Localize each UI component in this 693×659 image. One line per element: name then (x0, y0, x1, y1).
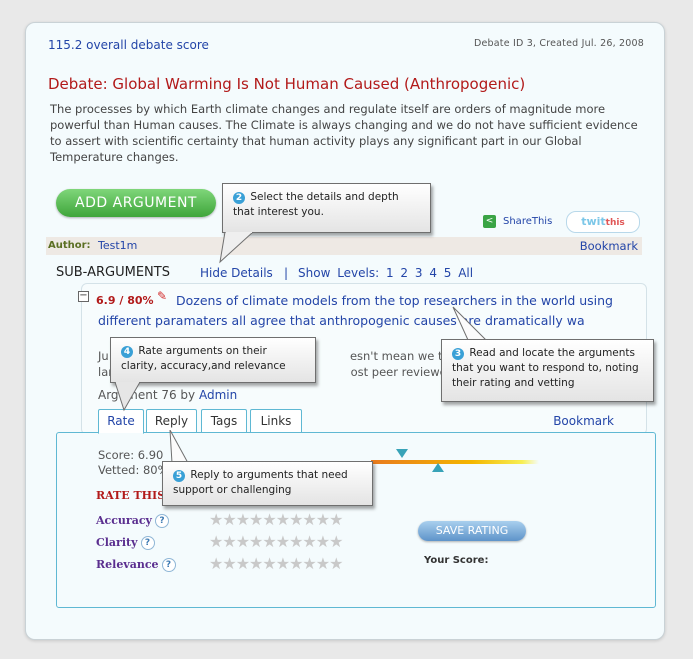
show-levels-links[interactable]: Show Levels: 1 2 3 4 5 All (298, 266, 473, 280)
vetted-line: Vetted: 80% (98, 463, 169, 477)
callout-pointer (219, 232, 254, 264)
tab-rate[interactable]: Rate (98, 409, 144, 434)
callout-rate-arguments: 4 Rate arguments on their clarity, accur… (110, 337, 316, 383)
help-icon[interactable]: ? (161, 558, 176, 572)
score-line: Score: 6.90 (98, 448, 164, 462)
argument-title-link[interactable]: Dozens of climate models from the top re… (98, 291, 643, 331)
debate-description: The processes by which Earth climate cha… (50, 102, 638, 164)
hide-details-link[interactable]: Hide Details (200, 266, 273, 280)
save-rating-button[interactable]: SAVE RATING (418, 521, 526, 541)
criterion-accuracy: Accuracy? (96, 514, 169, 528)
callout-reply-arguments: 5 Reply to arguments that need support o… (162, 461, 373, 506)
collapse-icon[interactable]: − (78, 291, 89, 302)
callout-text: Reply to arguments that need support or … (173, 469, 348, 496)
accuracy-star-rating[interactable]: ★★★★★★★★★★ (209, 510, 343, 529)
your-score-label: Your Score: (424, 555, 489, 566)
rating-gradient-bar (371, 460, 539, 464)
author-label: Author: (48, 240, 91, 251)
tab-tags[interactable]: Tags (201, 409, 247, 433)
criterion-label: Accuracy (96, 514, 152, 527)
twit-label: twit (581, 215, 606, 228)
criterion-label: Clarity (96, 536, 138, 549)
help-icon[interactable]: ? (154, 514, 169, 528)
step-number-badge: 2 (233, 192, 245, 204)
debate-id-info: Debate ID 3, Created Jul. 26, 2008 (473, 38, 644, 49)
twit-this-button[interactable]: twitthis (566, 211, 640, 233)
callout-pointer (169, 430, 189, 464)
criterion-label: Relevance (96, 558, 159, 571)
step-number-badge: 5 (173, 470, 185, 482)
criterion-clarity: Clarity? (96, 536, 155, 550)
tab-links[interactable]: Links (250, 409, 302, 433)
callout-pointer (452, 306, 488, 341)
vetted-marker-icon (432, 463, 444, 472)
callout-pointer (114, 382, 141, 412)
argument-score-value: 6.9 (96, 294, 116, 307)
overall-debate-score: 115.2 overall debate score (48, 38, 209, 52)
callout-text: Rate arguments on their clarity, accurac… (121, 345, 286, 372)
add-argument-button[interactable]: ADD ARGUMENT (56, 189, 216, 217)
argument-vetted-percent: / 80% (119, 294, 154, 307)
rating-score: Score: 6.90 Vetted: 80% (98, 448, 169, 478)
share-this-link[interactable]: ShareThis (503, 216, 552, 227)
debate-bookmark-link[interactable]: Bookmark (580, 239, 638, 253)
relevance-star-rating[interactable]: ★★★★★★★★★★ (209, 554, 343, 573)
debate-card: 115.2 overall debate score Debate ID 3, … (25, 22, 665, 640)
argument-bookmark-link[interactable]: Bookmark (553, 414, 614, 428)
argument-author-link[interactable]: Admin (199, 388, 237, 402)
step-number-badge: 4 (121, 346, 133, 358)
callout-read-arguments: 3 Read and locate the arguments that you… (441, 339, 654, 402)
share-icon[interactable]: < (483, 215, 496, 228)
callout-select-details: 2 Select the details and depth that inte… (222, 183, 431, 233)
thumbs-down-icon: ✎ (157, 289, 168, 303)
help-icon[interactable]: ? (140, 536, 155, 550)
author-name-link[interactable]: Test1m (98, 239, 137, 252)
criterion-relevance: Relevance? (96, 558, 176, 572)
callout-text: Read and locate the arguments that you w… (452, 347, 639, 389)
clarity-star-rating[interactable]: ★★★★★★★★★★ (209, 532, 343, 551)
callout-text: Select the details and depth that intere… (233, 191, 399, 218)
separator: | (284, 266, 289, 280)
step-number-badge: 3 (452, 348, 464, 360)
sub-arguments-heading: SUB-ARGUMENTS (56, 265, 170, 280)
debate-title: Debate: Global Warming Is Not Human Caus… (48, 75, 526, 93)
twit-this-label: this (605, 218, 625, 228)
argument-score: 6.9 / 80% (96, 294, 154, 307)
score-marker-icon (396, 449, 408, 458)
